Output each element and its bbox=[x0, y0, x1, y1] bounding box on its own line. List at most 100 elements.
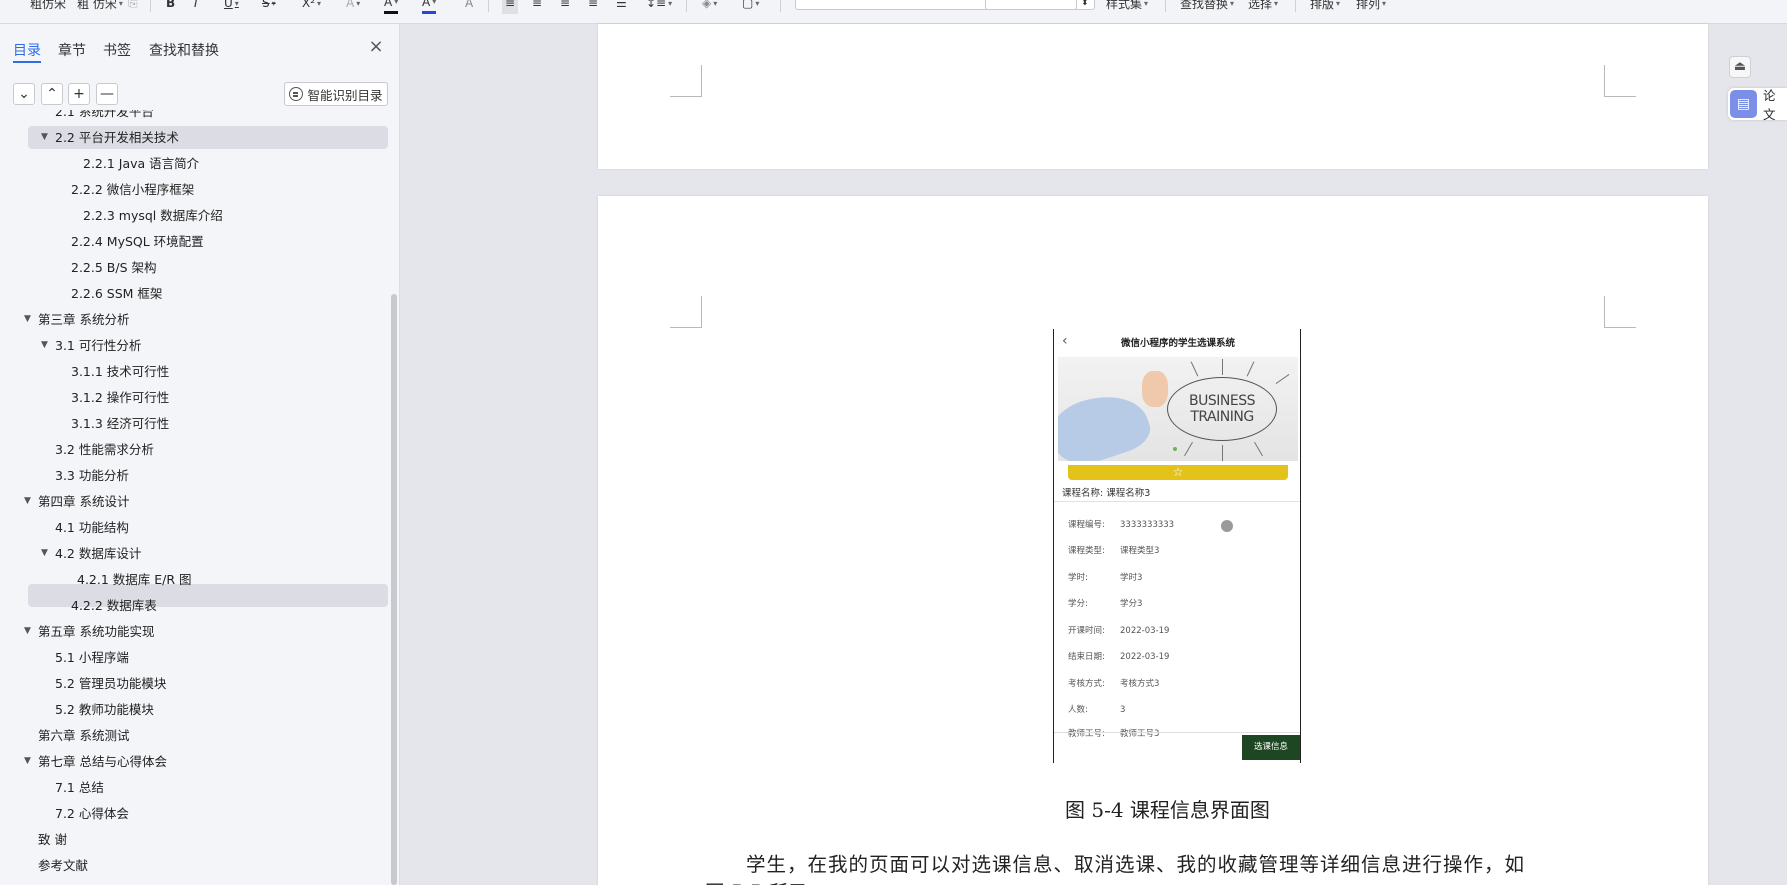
char-border-button[interactable]: A bbox=[465, 0, 473, 14]
toc-item[interactable]: 7.2 心得体会 bbox=[55, 802, 129, 825]
expand-arrow-icon[interactable]: ▼ bbox=[24, 620, 31, 643]
font-size-dropdown[interactable]: 粗 仿宋 ▾ bbox=[77, 0, 123, 14]
shading-icon[interactable]: ◈ ▾ bbox=[702, 0, 717, 14]
chevron-down-icon: ▾ bbox=[713, 0, 718, 8]
toc-item[interactable]: 2.2.6 SSM 框架 bbox=[71, 282, 162, 305]
detail-key: 课程编号: bbox=[1068, 520, 1105, 530]
margin-corner-mark bbox=[670, 65, 702, 97]
toc-item[interactable]: 4.1 功能结构 bbox=[55, 516, 129, 539]
chevron-down-icon: ▾ bbox=[394, 0, 399, 6]
banner-ray bbox=[1246, 361, 1255, 377]
strikethrough-button[interactable]: S ▾ bbox=[262, 0, 276, 14]
toc-item[interactable]: 2.2.3 mysql 数据库介绍 bbox=[83, 204, 223, 227]
collapse-all-button[interactable]: ⌃ bbox=[41, 83, 63, 105]
body-paragraph-text: 学生，在我的页面可以对选课信息、取消选课、我的收藏管理等详细信息进行操作，如 bbox=[746, 853, 1526, 876]
layout-dropdown[interactable]: 排版 ▾ bbox=[1310, 0, 1340, 14]
close-icon[interactable]: × bbox=[367, 38, 385, 56]
toc-item[interactable]: 参考文献 bbox=[38, 854, 88, 877]
expand-arrow-icon[interactable]: ▼ bbox=[41, 334, 48, 357]
toc-item[interactable]: 2.2.5 B/S 架构 bbox=[71, 256, 156, 279]
toc-list: 2.1 系统开发平台 ▼ 2.2 平台开发相关技术 2.2.1 Java 语言简… bbox=[0, 110, 395, 885]
toc-item[interactable]: 3.2 性能需求分析 bbox=[55, 438, 154, 461]
expand-arrow-icon[interactable]: ▼ bbox=[41, 126, 48, 149]
smart-toc-button[interactable]: 智能识别目录 bbox=[284, 82, 388, 106]
arrange-dropdown[interactable]: 排列 ▾ bbox=[1356, 0, 1386, 14]
toc-item[interactable]: 第七章 总结与心得体会 bbox=[38, 750, 167, 773]
toc-item[interactable]: 2.2 平台开发相关技术 bbox=[55, 126, 179, 149]
distributed-icon[interactable]: ☰ bbox=[616, 0, 627, 14]
select-dropdown[interactable]: 选择 ▾ bbox=[1248, 0, 1278, 14]
chevron-down-icon: ▾ bbox=[1230, 0, 1235, 8]
tab-bookmarks[interactable]: 书签 bbox=[103, 40, 131, 60]
figure-caption: 图 5-4 课程信息界面图 bbox=[1065, 798, 1270, 822]
find-replace-dropdown[interactable]: 查找替换 ▾ bbox=[1180, 0, 1234, 14]
banner-ray bbox=[1184, 441, 1193, 457]
align-center-icon[interactable]: ≡ bbox=[532, 0, 542, 14]
miniprogram-title: 微信小程序的学生选课系统 bbox=[1120, 338, 1235, 349]
expand-all-button[interactable]: ⌄ bbox=[13, 83, 35, 105]
toc-item[interactable]: 2.2.1 Java 语言简介 bbox=[83, 152, 199, 175]
toc-item[interactable]: 致 谢 bbox=[38, 828, 67, 851]
underline-button[interactable]: U ▾ bbox=[224, 0, 239, 14]
detail-key: 开课时间: bbox=[1068, 626, 1105, 636]
collapse-sidebar-icon[interactable]: ⏏ bbox=[1729, 56, 1751, 78]
expand-arrow-icon[interactable]: ▼ bbox=[24, 750, 31, 773]
detail-key: 结束日期: bbox=[1068, 652, 1105, 662]
toc-item[interactable]: 第三章 系统分析 bbox=[38, 308, 129, 331]
detail-key: 学分: bbox=[1068, 599, 1088, 609]
style-preview[interactable] bbox=[985, 0, 1077, 10]
smart-toc-label: 智能识别目录 bbox=[307, 87, 383, 103]
toc-item[interactable]: 第四章 系统设计 bbox=[38, 490, 129, 513]
banner-arm bbox=[1058, 383, 1156, 461]
expand-arrow-icon[interactable]: ▼ bbox=[24, 308, 31, 331]
style-set-dropdown[interactable]: 样式集 ▾ bbox=[1106, 0, 1148, 14]
toc-item[interactable]: 4.2.1 数据库 E/R 图 bbox=[77, 568, 192, 591]
italic-button[interactable]: I bbox=[194, 0, 198, 14]
text-effect-button[interactable]: A ▾ bbox=[346, 0, 360, 14]
justify-icon[interactable]: ≡ bbox=[588, 0, 598, 14]
expand-arrow-icon[interactable]: ▼ bbox=[41, 542, 48, 565]
remove-heading-button[interactable]: — bbox=[96, 83, 118, 105]
toc-item[interactable]: 3.1.2 操作可行性 bbox=[71, 386, 169, 409]
toc-item[interactable]: 7.1 总结 bbox=[55, 776, 104, 799]
align-right-icon[interactable]: ≡ bbox=[560, 0, 570, 14]
course-name-label: 课程名称: 课程名称3 bbox=[1062, 488, 1151, 499]
toc-item[interactable]: 3.3 功能分析 bbox=[55, 464, 129, 487]
highlight-color-button[interactable]: A ▾ bbox=[422, 0, 437, 14]
toc-item[interactable]: 2.1 系统开发平台 bbox=[55, 110, 154, 123]
paper-doc-icon: ▤ bbox=[1730, 90, 1757, 118]
font-name-dropdown[interactable]: 粗仿宋 bbox=[30, 0, 66, 14]
toc-item[interactable]: 5.2 管理员功能模块 bbox=[55, 672, 166, 695]
tab-toc[interactable]: 目录 bbox=[13, 40, 41, 60]
font-color-button[interactable]: A ▾ bbox=[384, 0, 399, 14]
toc-item[interactable]: 5.2 教师功能模块 bbox=[55, 698, 154, 721]
toc-item[interactable]: 第六章 系统测试 bbox=[38, 724, 129, 747]
paper-assistant-tab[interactable]: ▤ 论文 bbox=[1728, 88, 1787, 122]
superscript-button[interactable]: X² ▾ bbox=[302, 0, 321, 14]
toc-item[interactable]: 4.2 数据库设计 bbox=[55, 542, 141, 565]
format-painter-icon[interactable]: ⎘ bbox=[128, 0, 138, 14]
superscript-label: X² bbox=[302, 0, 316, 10]
navigation-panel: 目录 章节 书签 查找和替换 × ⌄ ⌃ + — 智能识别目录 2.1 系统开发… bbox=[0, 24, 400, 885]
font-size-label: 粗 仿宋 bbox=[77, 0, 117, 11]
add-heading-button[interactable]: + bbox=[68, 83, 90, 105]
toc-item[interactable]: 3.1.3 经济可行性 bbox=[71, 412, 169, 435]
detail-value: 学时3 bbox=[1120, 573, 1143, 583]
toc-item[interactable]: 2.2.4 MySQL 环境配置 bbox=[71, 230, 204, 253]
expand-arrow-icon[interactable]: ▼ bbox=[24, 490, 31, 513]
toc-item[interactable]: 3.1 可行性分析 bbox=[55, 334, 141, 357]
toc-item[interactable]: 4.2.2 数据库表 bbox=[71, 594, 157, 617]
line-spacing-icon[interactable]: ↕≡ ▾ bbox=[646, 0, 672, 14]
toc-scrollbar[interactable] bbox=[391, 294, 397, 885]
style-scroll-icon[interactable]: ⬍ bbox=[1081, 0, 1089, 14]
bold-button[interactable]: B bbox=[166, 0, 175, 14]
tab-chapters[interactable]: 章节 bbox=[58, 40, 86, 60]
toc-item[interactable]: 2.2.2 微信小程序框架 bbox=[71, 178, 194, 201]
toc-item[interactable]: 第五章 系统功能实现 bbox=[38, 620, 154, 643]
tab-find-replace[interactable]: 查找和替换 bbox=[149, 40, 219, 60]
align-left-icon[interactable]: ≡ bbox=[502, 0, 519, 14]
toc-item[interactable]: 3.1.1 技术可行性 bbox=[71, 360, 169, 383]
border-icon[interactable]: ▢ ▾ bbox=[742, 0, 759, 14]
toc-item[interactable]: 5.1 小程序端 bbox=[55, 646, 129, 669]
detail-key: 考核方式: bbox=[1068, 679, 1105, 689]
